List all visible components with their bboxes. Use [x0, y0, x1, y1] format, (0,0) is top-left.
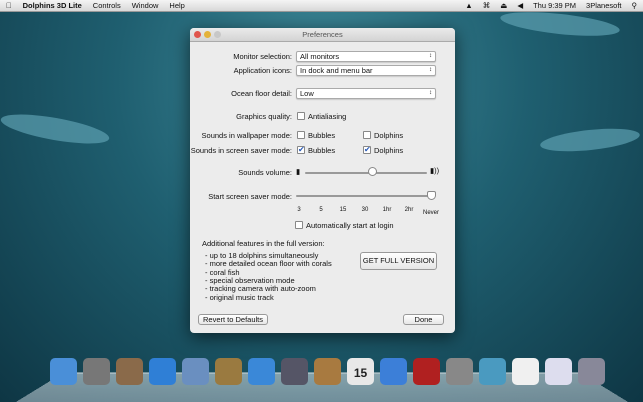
- screensaver-bubbles-checkbox[interactable]: ✔: [297, 146, 305, 154]
- dock-dolphins-3d-lite-icon[interactable]: [479, 358, 506, 385]
- clock[interactable]: Thu 9:39 PM: [533, 1, 576, 10]
- dock-trash-icon[interactable]: [578, 358, 605, 385]
- menu-app[interactable]: Dolphins 3D Lite: [23, 1, 82, 10]
- feature-item: - original music track: [205, 293, 274, 302]
- dock-mission-control-icon[interactable]: [116, 358, 143, 385]
- tick-label: 30: [361, 207, 369, 213]
- screensaver-dolphins-label: Dolphins: [374, 146, 404, 155]
- dock-contacts-icon[interactable]: [314, 358, 341, 385]
- tick-label: 3: [297, 207, 301, 213]
- antialiasing-checkbox[interactable]: [297, 112, 305, 120]
- tick-label: Never: [423, 210, 440, 216]
- tick-label: 15: [339, 207, 347, 213]
- tick-label: 2hr: [404, 207, 414, 213]
- saver-mode-slider[interactable]: [296, 195, 434, 197]
- title-bar: Preferences: [190, 28, 455, 42]
- revert-defaults-button[interactable]: Revert to Defaults: [198, 314, 268, 325]
- wallpaper-dolphins-label: Dolphins: [374, 131, 404, 140]
- dolphin-status-icon[interactable]: ▲: [465, 1, 472, 10]
- volume-low-icon: ▮: [296, 167, 301, 176]
- updown-icon: ↕: [429, 67, 432, 73]
- menu-help[interactable]: Help: [169, 1, 184, 10]
- dock-itunes-icon[interactable]: [380, 358, 407, 385]
- dock-facetime-icon[interactable]: [281, 358, 308, 385]
- dock-app-store-icon[interactable]: [149, 358, 176, 385]
- monitor-select[interactable]: All monitors ↕: [296, 51, 436, 62]
- monitor-value: All monitors: [300, 52, 340, 61]
- app-icons-select[interactable]: In dock and menu bar ↕: [296, 65, 436, 76]
- wallpaper-bubbles-checkbox[interactable]: [297, 131, 305, 139]
- close-button[interactable]: [194, 31, 201, 38]
- volume-slider-knob[interactable]: [367, 167, 377, 176]
- menu-controls[interactable]: Controls: [93, 1, 121, 10]
- dolphin-image: [499, 7, 621, 41]
- ocean-label: Ocean floor detail:: [231, 89, 292, 98]
- volume-label: Sounds volume:: [238, 168, 292, 177]
- dock-mail-icon[interactable]: [182, 358, 209, 385]
- monitor-label: Monitor selection:: [233, 52, 292, 61]
- wifi-icon[interactable]: ⌘: [483, 1, 491, 10]
- volume-slider[interactable]: [305, 172, 427, 174]
- preferences-window: Preferences Monitor selection: All monit…: [190, 28, 455, 333]
- dock-photo-booth-icon[interactable]: [413, 358, 440, 385]
- dock-documents-icon[interactable]: [512, 358, 539, 385]
- updown-icon: ↕: [429, 53, 432, 59]
- graphics-label: Graphics quality:: [236, 112, 292, 121]
- app-icons-value: In dock and menu bar: [300, 66, 373, 75]
- tick-label: 5: [319, 207, 323, 213]
- dock-finder-icon[interactable]: [50, 358, 77, 385]
- eject-icon[interactable]: ⏏: [500, 1, 507, 10]
- window-title: Preferences: [302, 30, 343, 39]
- features-heading: Additional features in the full version:: [202, 239, 325, 248]
- dolphin-image: [539, 124, 641, 156]
- updown-icon: ↕: [429, 90, 432, 96]
- saver-mode-slider-knob[interactable]: [427, 191, 436, 200]
- saver-mode-label: Start screen saver mode:: [208, 192, 292, 201]
- dock-icons: 15: [50, 358, 605, 385]
- wallpaper-bubbles-label: Bubbles: [308, 131, 336, 140]
- done-button[interactable]: Done: [403, 314, 444, 325]
- autostart-checkbox[interactable]: [295, 221, 303, 229]
- dock-downloads-icon[interactable]: [545, 358, 572, 385]
- screensaver-dolphins-checkbox[interactable]: ✔: [363, 146, 371, 154]
- wallpaper-sounds-label: Sounds in wallpaper mode:: [201, 131, 292, 140]
- volume-high-icon: ▮)): [430, 166, 440, 175]
- menu-window[interactable]: Window: [132, 1, 159, 10]
- wallpaper-dolphins-checkbox[interactable]: [363, 131, 371, 139]
- tick-label: 1hr: [382, 207, 392, 213]
- antialiasing-label: Antialiasing: [308, 112, 347, 121]
- autostart-label: Automatically start at login: [306, 221, 394, 230]
- screensaver-sounds-label: Sounds in screen saver mode:: [190, 146, 292, 155]
- dock-safari-icon[interactable]: [248, 358, 275, 385]
- dock-photos-icon[interactable]: [215, 358, 242, 385]
- screensaver-bubbles-label: Bubbles: [308, 146, 336, 155]
- apple-menu-icon[interactable]: : [6, 1, 12, 10]
- zoom-button[interactable]: [214, 31, 221, 38]
- get-full-version-button[interactable]: GET FULL VERSION: [360, 252, 437, 270]
- dock-calendar-icon[interactable]: 15: [347, 358, 374, 385]
- app-icons-label: Application icons:: [233, 66, 292, 75]
- volume-icon[interactable]: ◀: [517, 1, 523, 10]
- menu-bar:  Dolphins 3D Lite Controls Window Help …: [0, 0, 643, 12]
- user-menu[interactable]: 3Planesoft: [586, 1, 621, 10]
- minimize-button[interactable]: [204, 31, 211, 38]
- dock-system-preferences-icon[interactable]: [446, 358, 473, 385]
- dock-launchpad-icon[interactable]: [83, 358, 110, 385]
- ocean-value: Low: [300, 89, 314, 98]
- ocean-select[interactable]: Low ↕: [296, 88, 436, 99]
- spotlight-icon[interactable]: ⚲: [632, 1, 638, 10]
